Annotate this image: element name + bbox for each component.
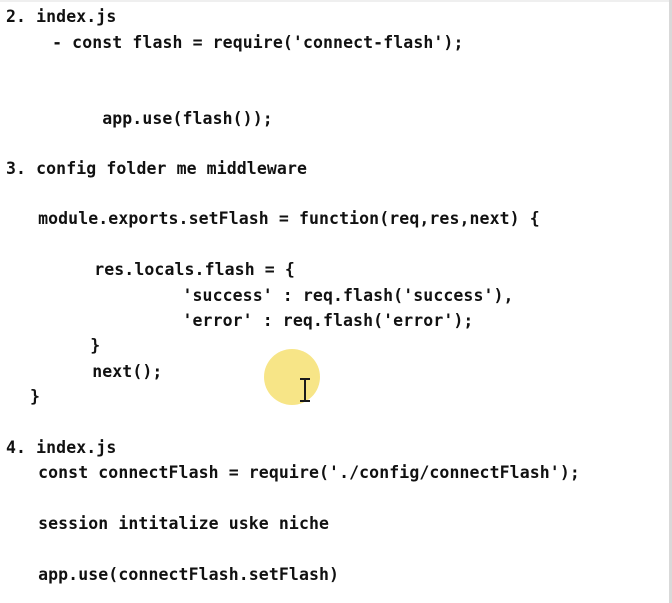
cursor-highlight <box>264 349 320 405</box>
code-line-close-brace-outer: } <box>20 387 41 406</box>
note-session-initialize: session intitalize uske niche <box>18 514 330 533</box>
code-line-close-brace-inner: } <box>30 336 101 355</box>
code-line-next: next(); <box>32 362 163 381</box>
code-line-require-connectflash: const connectFlash = require('./config/c… <box>18 463 580 482</box>
top-edge <box>0 0 672 2</box>
code-line-error: 'error' : req.flash('error'); <box>42 311 474 330</box>
step-4-heading: 4. index.js <box>6 438 117 457</box>
code-line-module-exports: module.exports.setFlash = function(req,r… <box>18 209 540 228</box>
code-line-res-locals: res.locals.flash = { <box>34 260 295 279</box>
code-line-success: 'success' : req.flash('success'), <box>42 286 514 305</box>
step-2-heading: 2. index.js <box>6 7 117 26</box>
code-line-require-flash: - const flash = require('connect-flash')… <box>22 33 464 52</box>
code-line-app-use-flash: app.use(flash()); <box>42 109 273 128</box>
step-3-heading: 3. config folder me middleware <box>6 159 308 178</box>
text-ibeam-cursor-icon <box>300 378 310 402</box>
code-line-app-use-setflash: app.use(connectFlash.setFlash) <box>18 565 340 584</box>
code-notes-page: 2. index.js - const flash = require('con… <box>0 0 672 603</box>
